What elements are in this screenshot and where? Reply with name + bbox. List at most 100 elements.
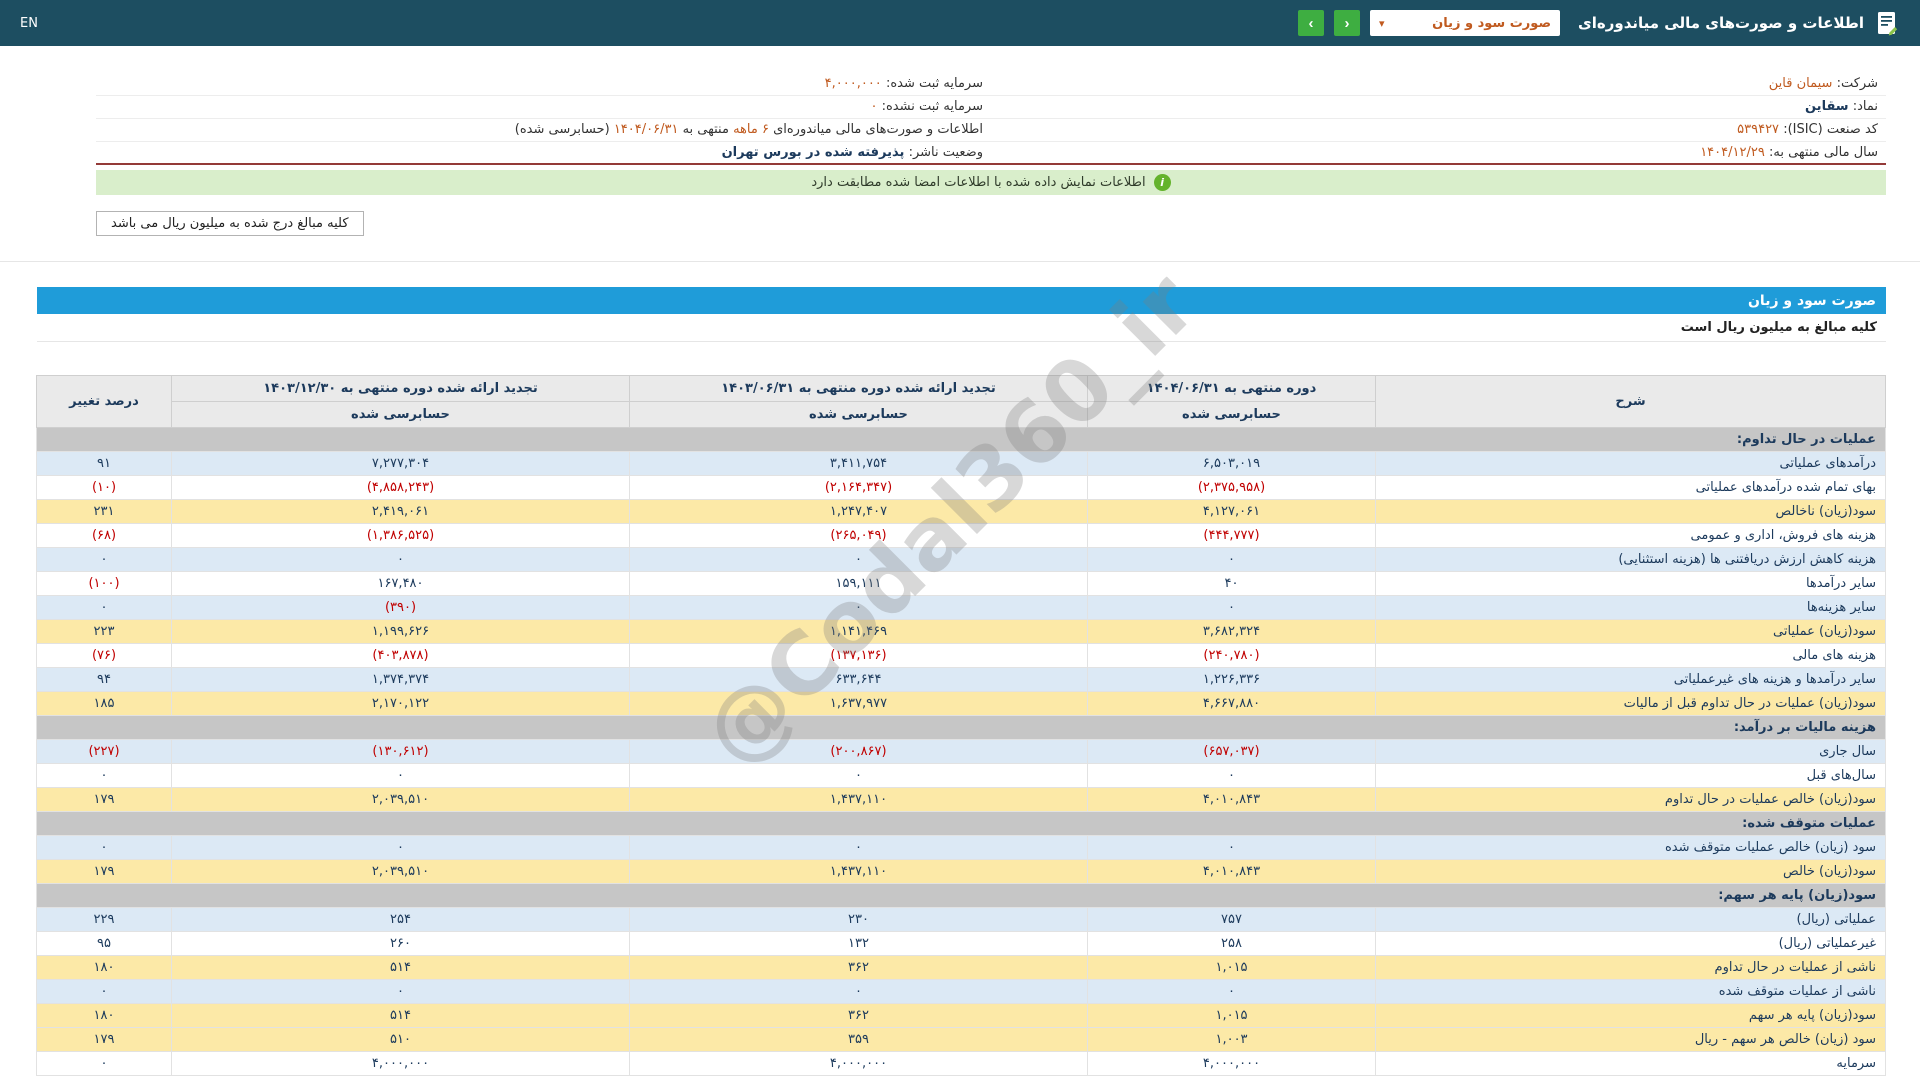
statement-row: درآمدهای عملیاتی ۶,۵۰۳,۰۱۹ ۳,۴۱۱,۷۵۴ ۷,۲… — [37, 452, 1886, 476]
row-value-year-end-restated: ۲,۱۷۰,۱۲۲ — [172, 692, 630, 716]
statement-row: هزینه های فروش، اداری و عمومی (۴۴۴,۷۷۷) … — [37, 524, 1886, 548]
row-value-current: ۱,۰۰۳ — [1088, 1028, 1376, 1052]
row-label: ناشی از عملیات در حال تداوم — [1376, 956, 1886, 980]
statement-section-row: سود(زیان) پایه هر سهم: — [37, 884, 1886, 908]
row-change-percent: ۰ — [37, 836, 172, 860]
row-value-year-end-restated: (۱۳۰,۶۱۲) — [172, 740, 630, 764]
statement-section-row: هزینه مالیات بر درآمد: — [37, 716, 1886, 740]
row-change-percent: (۶۸) — [37, 524, 172, 548]
company-value: سیمان قاین — [1769, 76, 1833, 91]
row-value-year-end-restated: ۲,۰۳۹,۵۱۰ — [172, 788, 630, 812]
issuer-status-label: وضعیت ناشر: — [909, 145, 983, 160]
row-value-year-end-restated: ۵۱۰ — [172, 1028, 630, 1052]
report-period-cell: اطلاعات و صورت‌های مالی میاندوره‌ای ۶ ما… — [96, 118, 991, 141]
row-value-current: ۴۰ — [1088, 572, 1376, 596]
row-change-percent: ۱۷۹ — [37, 788, 172, 812]
company-info-table: شرکت: سیمان قاین سرمایه ثبت شده: ۴,۰۰۰,۰… — [96, 72, 1886, 165]
row-change-percent: ۱۸۰ — [37, 956, 172, 980]
row-value-year-end-restated: ۷,۲۷۷,۳۰۴ — [172, 452, 630, 476]
col-header-change-percent: درصد تغییر — [37, 376, 172, 428]
section-label: عملیات متوقف شده: — [37, 812, 1886, 836]
row-value-current: ۰ — [1088, 596, 1376, 620]
symbol-cell: نماد: سقاین — [991, 95, 1886, 118]
row-value-current: ۴,۰۰۰,۰۰۰ — [1088, 1052, 1376, 1076]
row-value-current: ۷۵۷ — [1088, 908, 1376, 932]
statement-row: سود(زیان) پایه هر سهم ۱,۰۱۵ ۳۶۲ ۵۱۴ ۱۸۰ — [37, 1004, 1886, 1028]
report-desc-part2: منتهی به — [678, 122, 729, 137]
statement-row: سود (زیان) خالص عملیات متوقف شده ۰ ۰ ۰ ۰ — [37, 836, 1886, 860]
prev-statement-button[interactable]: ‹ — [1298, 10, 1324, 36]
row-value-prior-restated: ۱۵۹,۱۱۱ — [630, 572, 1088, 596]
statement-row: سود(زیان) خالص عملیات در حال تداوم ۴,۰۱۰… — [37, 788, 1886, 812]
amounts-note-wrap: کلیه مبالغ درج شده به میلیون ریال می باش… — [96, 211, 1886, 236]
page-title: اطلاعات و صورت‌های مالی میاندوره‌ای — [1578, 14, 1864, 32]
row-value-prior-restated: (۲,۱۶۴,۳۴۷) — [630, 476, 1088, 500]
statement-type-dropdown[interactable]: صورت سود و زیان ▾ — [1370, 10, 1560, 36]
unregistered-capital-cell: سرمایه ثبت نشده: ۰ — [96, 95, 991, 118]
symbol-value: سقاین — [1805, 99, 1849, 114]
info-row: سال مالی منتهی به: ۱۴۰۴/۱۲/۲۹ وضعیت ناشر… — [96, 141, 1886, 164]
row-value-prior-restated: ۰ — [630, 548, 1088, 572]
registered-capital-value: ۴,۰۰۰,۰۰۰ — [825, 76, 882, 91]
row-label: سود(زیان) خالص — [1376, 860, 1886, 884]
row-value-prior-restated: ۴,۰۰۰,۰۰۰ — [630, 1052, 1088, 1076]
row-value-current: (۲۴۰,۷۸۰) — [1088, 644, 1376, 668]
row-label: هزینه کاهش ارزش دریافتنی ها (هزینه استثن… — [1376, 548, 1886, 572]
row-value-current: ۰ — [1088, 836, 1376, 860]
row-value-current: ۱,۰۱۵ — [1088, 1004, 1376, 1028]
row-value-year-end-restated: ۰ — [172, 764, 630, 788]
row-value-year-end-restated: ۲۶۰ — [172, 932, 630, 956]
row-label: بهای تمام شده درآمدهای عملیاتی — [1376, 476, 1886, 500]
row-change-percent: ۹۵ — [37, 932, 172, 956]
company-info-section: شرکت: سیمان قاین سرمایه ثبت شده: ۴,۰۰۰,۰… — [96, 72, 1886, 165]
col-header-period-prior-restated: تجدید ارائه شده دوره منتهی به ۱۴۰۳/۰۶/۳۱ — [630, 376, 1088, 402]
subheader-audited-current: حسابرسی شده — [1088, 402, 1376, 428]
next-statement-button[interactable]: › — [1334, 10, 1360, 36]
row-value-year-end-restated: ۱۶۷,۴۸۰ — [172, 572, 630, 596]
row-change-percent: (۱۰۰) — [37, 572, 172, 596]
statement-row: سال جاری (۶۵۷,۰۳۷) (۲۰۰,۸۶۷) (۱۳۰,۶۱۲) (… — [37, 740, 1886, 764]
top-header: اطلاعات و صورت‌های مالی میاندوره‌ای صورت… — [0, 0, 1920, 46]
statement-type-value: صورت سود و زیان — [1432, 16, 1551, 31]
row-value-year-end-restated: ۵۱۴ — [172, 1004, 630, 1028]
row-change-percent: ۱۸۰ — [37, 1004, 172, 1028]
header-row-periods: شرح دوره منتهی به ۱۴۰۴/۰۶/۳۱ تجدید ارائه… — [37, 376, 1886, 402]
company-label: شرکت: — [1837, 76, 1878, 91]
row-value-prior-restated: ۱,۱۴۱,۴۶۹ — [630, 620, 1088, 644]
statement-section-row: عملیات متوقف شده: — [37, 812, 1886, 836]
row-value-year-end-restated: (۴۰۳,۸۷۸) — [172, 644, 630, 668]
info-row: نماد: سقاین سرمایه ثبت نشده: ۰ — [96, 95, 1886, 118]
section-label: هزینه مالیات بر درآمد: — [37, 716, 1886, 740]
col-header-year-end-restated: تجدید ارائه شده دوره منتهی به ۱۴۰۳/۱۲/۳۰ — [172, 376, 630, 402]
statement-row: سود (زیان) خالص هر سهم - ریال ۱,۰۰۳ ۳۵۹ … — [37, 1028, 1886, 1052]
language-toggle[interactable]: EN — [20, 16, 38, 31]
symbol-label: نماد: — [1853, 99, 1878, 114]
issuer-status-cell: وضعیت ناشر: پذیرفته شده در بورس تهران — [96, 141, 991, 164]
report-desc-period: ۶ ماهه — [733, 122, 769, 137]
statement-row: سایر درآمدها ۴۰ ۱۵۹,۱۱۱ ۱۶۷,۴۸۰ (۱۰۰) — [37, 572, 1886, 596]
row-label: سال‌های قبل — [1376, 764, 1886, 788]
amounts-note-box: کلیه مبالغ درج شده به میلیون ریال می باش… — [96, 211, 364, 236]
row-value-year-end-restated: ۰ — [172, 836, 630, 860]
unregistered-capital-label: سرمایه ثبت نشده: — [882, 99, 983, 114]
row-value-current: ۶,۵۰۳,۰۱۹ — [1088, 452, 1376, 476]
statement-row: هزینه کاهش ارزش دریافتنی ها (هزینه استثن… — [37, 548, 1886, 572]
row-value-year-end-restated: ۱,۳۷۴,۳۷۴ — [172, 668, 630, 692]
row-value-current: ۴,۰۱۰,۸۴۳ — [1088, 788, 1376, 812]
row-label: سایر درآمدها و هزینه های غیرعملیاتی — [1376, 668, 1886, 692]
row-label: سال جاری — [1376, 740, 1886, 764]
row-value-current: ۰ — [1088, 548, 1376, 572]
row-label: هزینه های فروش، اداری و عمومی — [1376, 524, 1886, 548]
row-value-year-end-restated: ۰ — [172, 548, 630, 572]
row-value-year-end-restated: ۱,۱۹۹,۶۲۶ — [172, 620, 630, 644]
row-label: سود(زیان) خالص عملیات در حال تداوم — [1376, 788, 1886, 812]
row-value-prior-restated: ۳,۴۱۱,۷۵۴ — [630, 452, 1088, 476]
row-value-prior-restated: ۱,۲۴۷,۴۰۷ — [630, 500, 1088, 524]
row-value-current: ۱,۰۱۵ — [1088, 956, 1376, 980]
row-value-current: ۴,۰۱۰,۸۴۳ — [1088, 860, 1376, 884]
row-change-percent: ۰ — [37, 980, 172, 1004]
row-value-prior-restated: (۲۶۵,۰۴۹) — [630, 524, 1088, 548]
statement-row: ناشی از عملیات متوقف شده ۰ ۰ ۰ ۰ — [37, 980, 1886, 1004]
row-value-prior-restated: ۰ — [630, 764, 1088, 788]
row-change-percent: ۲۲۳ — [37, 620, 172, 644]
